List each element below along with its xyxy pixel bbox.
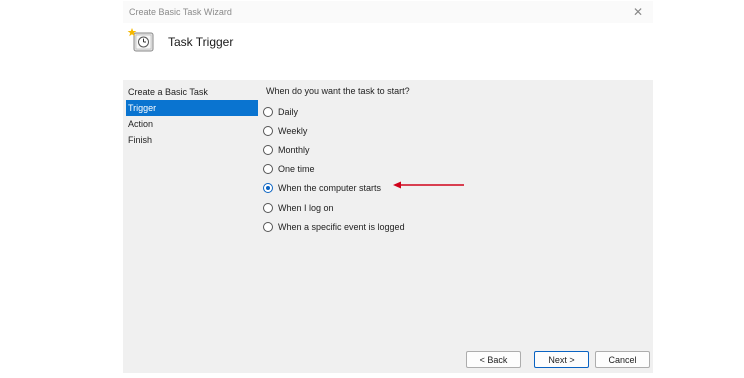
nav-item-trigger[interactable]: Trigger	[126, 100, 258, 116]
annotation-arrow-icon	[393, 181, 464, 189]
nav-item-create-basic-task[interactable]: Create a Basic Task	[126, 84, 258, 100]
radio-daily[interactable]	[263, 106, 273, 117]
option-monthly[interactable]: Monthly	[263, 140, 405, 159]
radio-monthly[interactable]	[263, 144, 273, 155]
option-label: Monthly	[278, 144, 310, 155]
wizard-steps-nav: Create a Basic Task Trigger Action Finis…	[126, 84, 258, 148]
cancel-button[interactable]: Cancel	[595, 351, 650, 368]
radio-weekly[interactable]	[263, 125, 273, 136]
back-button[interactable]: < Back	[466, 351, 521, 368]
option-label: When I log on	[278, 202, 334, 213]
wizard-body: Create a Basic Task Trigger Action Finis…	[123, 80, 653, 373]
next-button[interactable]: Next >	[534, 351, 589, 368]
trigger-question: When do you want the task to start?	[266, 86, 410, 96]
close-button[interactable]: ✕	[629, 4, 647, 20]
option-computer-starts[interactable]: When the computer starts	[263, 179, 405, 198]
clock-task-icon	[127, 28, 154, 52]
option-log-on[interactable]: When I log on	[263, 198, 405, 217]
nav-item-finish[interactable]: Finish	[126, 132, 258, 148]
page-title: Task Trigger	[168, 35, 234, 49]
window-title: Create Basic Task Wizard	[129, 7, 232, 17]
option-specific-event[interactable]: When a specific event is logged	[263, 217, 405, 236]
title-bar: Create Basic Task Wizard ✕	[123, 1, 653, 23]
radio-computer-starts[interactable]	[263, 183, 273, 194]
radio-log-on[interactable]	[263, 202, 273, 213]
option-one-time[interactable]: One time	[263, 160, 405, 179]
task-wizard-dialog: Create Basic Task Wizard ✕ Task Trigger …	[123, 1, 653, 375]
radio-one-time[interactable]	[263, 164, 273, 175]
option-label: Weekly	[278, 125, 308, 136]
option-weekly[interactable]: Weekly	[263, 121, 405, 140]
option-label: One time	[278, 164, 315, 175]
radio-specific-event[interactable]	[263, 221, 273, 232]
nav-item-action[interactable]: Action	[126, 116, 258, 132]
option-label: When a specific event is logged	[278, 221, 405, 232]
option-label: Daily	[278, 106, 299, 117]
option-label: When the computer starts	[278, 183, 382, 194]
trigger-options: Daily Weekly Monthly One time When the c…	[263, 102, 405, 236]
option-daily[interactable]: Daily	[263, 102, 405, 121]
